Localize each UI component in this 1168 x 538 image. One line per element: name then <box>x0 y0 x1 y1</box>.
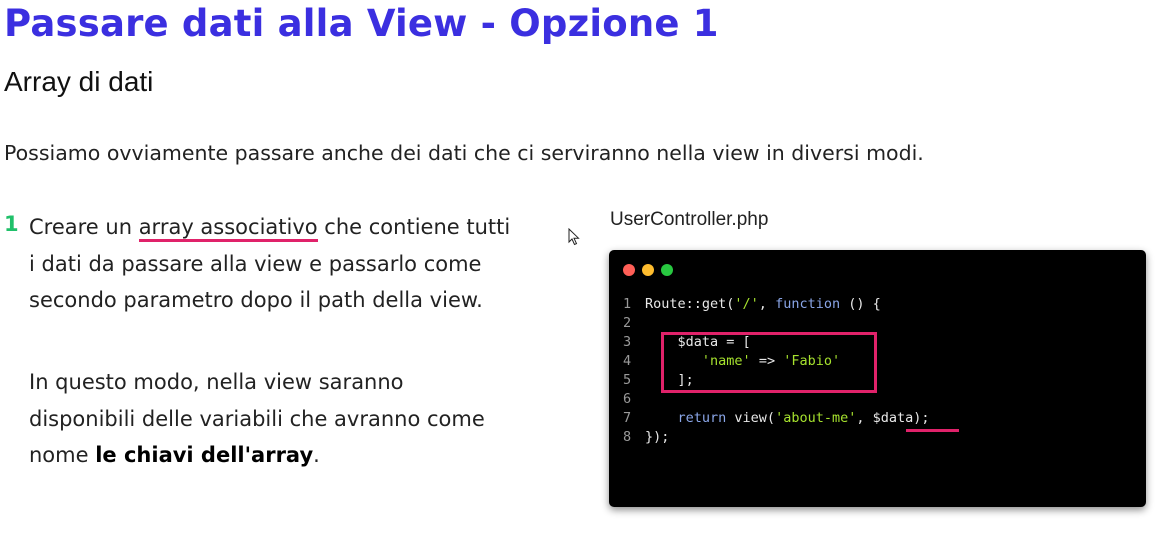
code-highlight-box <box>661 332 877 393</box>
code-text: view( <box>726 410 776 426</box>
code-text: , $data); <box>856 410 930 426</box>
code-line: 1 Route::get('/', function () { <box>623 295 930 314</box>
line-number: 8 <box>623 429 632 445</box>
code-string: '/' <box>734 296 759 312</box>
code-text: Route::get( <box>645 296 735 312</box>
line-number: 6 <box>623 391 632 407</box>
step-line-1-post: che contiene tutti <box>317 215 511 239</box>
close-dot-icon <box>623 264 635 276</box>
section-subtitle: Array di dati <box>4 66 154 97</box>
code-line: 7 return view('about-me', $data); <box>623 409 930 428</box>
highlighted-term: array associativo <box>138 215 318 242</box>
mouse-cursor-icon <box>568 228 580 246</box>
page-title: Passare dati alla View - Opzione 1 <box>4 2 719 45</box>
minimize-dot-icon <box>642 264 654 276</box>
code-file-label: UserController.php <box>610 209 769 230</box>
line-number: 3 <box>623 334 632 350</box>
intro-paragraph: Possiamo ovviamente passare anche dei da… <box>4 141 924 165</box>
code-highlight-underline <box>906 429 959 432</box>
line-number: 4 <box>623 353 632 369</box>
line-number: 5 <box>623 372 632 388</box>
note-line-3: nome le chiavi dell'array. <box>29 437 569 474</box>
step-line-2: i dati da passare alla view e passarlo c… <box>29 251 482 276</box>
code-text: }); <box>645 429 670 445</box>
step-line-1: Creare un array associativo che contiene… <box>29 209 569 246</box>
window-controls <box>623 264 673 276</box>
line-number: 2 <box>623 315 632 331</box>
maximize-dot-icon <box>661 264 673 276</box>
step-note: In questo modo, nella view saranno dispo… <box>29 364 569 474</box>
code-text: , <box>758 296 776 312</box>
note-line-3-pre: nome <box>29 443 96 467</box>
step-number: 1 <box>4 212 19 236</box>
note-line-1: In questo modo, nella view saranno <box>29 370 404 394</box>
note-bold-term: le chiavi dell'array <box>95 443 314 467</box>
note-line-3-post: . <box>313 443 320 467</box>
line-number: 1 <box>623 296 632 312</box>
step-description: Creare un array associativo che contiene… <box>29 209 569 319</box>
code-text: () { <box>840 296 881 312</box>
step-line-3: secondo parametro dopo il path della vie… <box>29 288 483 312</box>
code-line: 8}); <box>623 428 930 447</box>
code-keyword: function <box>775 296 841 312</box>
line-number: 7 <box>623 410 632 426</box>
code-line: 2 <box>623 314 930 333</box>
code-keyword: return <box>677 410 727 426</box>
step-line-1-pre: Creare un <box>29 215 139 239</box>
code-string: 'about-me' <box>775 410 857 426</box>
note-line-2: disponibili delle variabili che avranno … <box>29 406 485 431</box>
